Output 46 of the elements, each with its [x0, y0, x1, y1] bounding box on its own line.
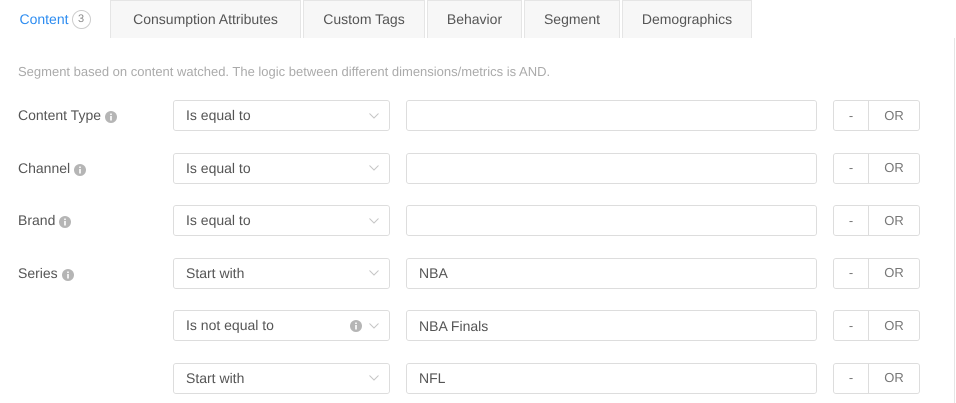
description-text: Segment based on content watched. The logic between different dimensions/metrics is AND.: [17, 63, 552, 81]
operator-dropdown[interactable]: Start with: [173, 258, 390, 288]
value-input[interactable]: [406, 205, 817, 236]
info-icon: [105, 111, 118, 123]
remove-button[interactable]: -: [833, 152, 869, 184]
chevron-down-icon: [369, 322, 379, 328]
remove-button[interactable]: -: [833, 100, 869, 131]
value-input[interactable]: [406, 100, 817, 131]
field-label: Content Type: [18, 106, 102, 125]
field-label: Brand: [18, 211, 56, 230]
operator-dropdown[interactable]: Is equal to: [173, 205, 390, 236]
chevron-down-icon: [369, 375, 379, 381]
tab[interactable]: Behavior: [427, 0, 522, 38]
remove-button[interactable]: -: [833, 310, 869, 341]
remove-button[interactable]: -: [833, 205, 869, 236]
or-button[interactable]: OR: [869, 100, 920, 131]
tab[interactable]: Demographics: [622, 0, 752, 38]
tab[interactable]: Segment: [524, 0, 620, 38]
or-button[interactable]: OR: [869, 152, 920, 184]
or-button[interactable]: OR: [869, 205, 920, 236]
chevron-down-icon: [369, 112, 379, 118]
field-label: Series: [18, 264, 58, 282]
or-button[interactable]: OR: [869, 362, 920, 394]
info-icon: [62, 268, 74, 280]
tab[interactable]: Custom Tags: [303, 0, 425, 38]
tab[interactable]: Consumption Attributes: [110, 0, 301, 38]
chevron-down-icon: [369, 270, 379, 276]
info-icon: [74, 164, 86, 176]
value-input[interactable]: NBA Finals: [406, 310, 817, 341]
remove-button[interactable]: -: [833, 258, 869, 288]
info-icon: [59, 216, 72, 228]
chevron-down-icon: [369, 165, 379, 171]
or-button[interactable]: OR: [869, 258, 920, 288]
chevron-down-icon: [369, 218, 379, 224]
operator-dropdown[interactable]: Is not equal to: [173, 310, 390, 341]
info-icon: [350, 320, 362, 332]
operator-dropdown[interactable]: Is equal to: [173, 152, 390, 184]
or-button[interactable]: OR: [869, 310, 920, 341]
value-input[interactable]: [406, 152, 817, 184]
field-label: Channel: [18, 158, 70, 178]
count-badge: 3: [72, 10, 91, 29]
remove-button[interactable]: -: [833, 362, 869, 394]
value-input[interactable]: NBA: [406, 258, 817, 288]
operator-dropdown[interactable]: Is equal to: [173, 100, 390, 131]
operator-dropdown[interactable]: Start with: [173, 362, 390, 394]
value-input[interactable]: NFL: [406, 362, 817, 394]
